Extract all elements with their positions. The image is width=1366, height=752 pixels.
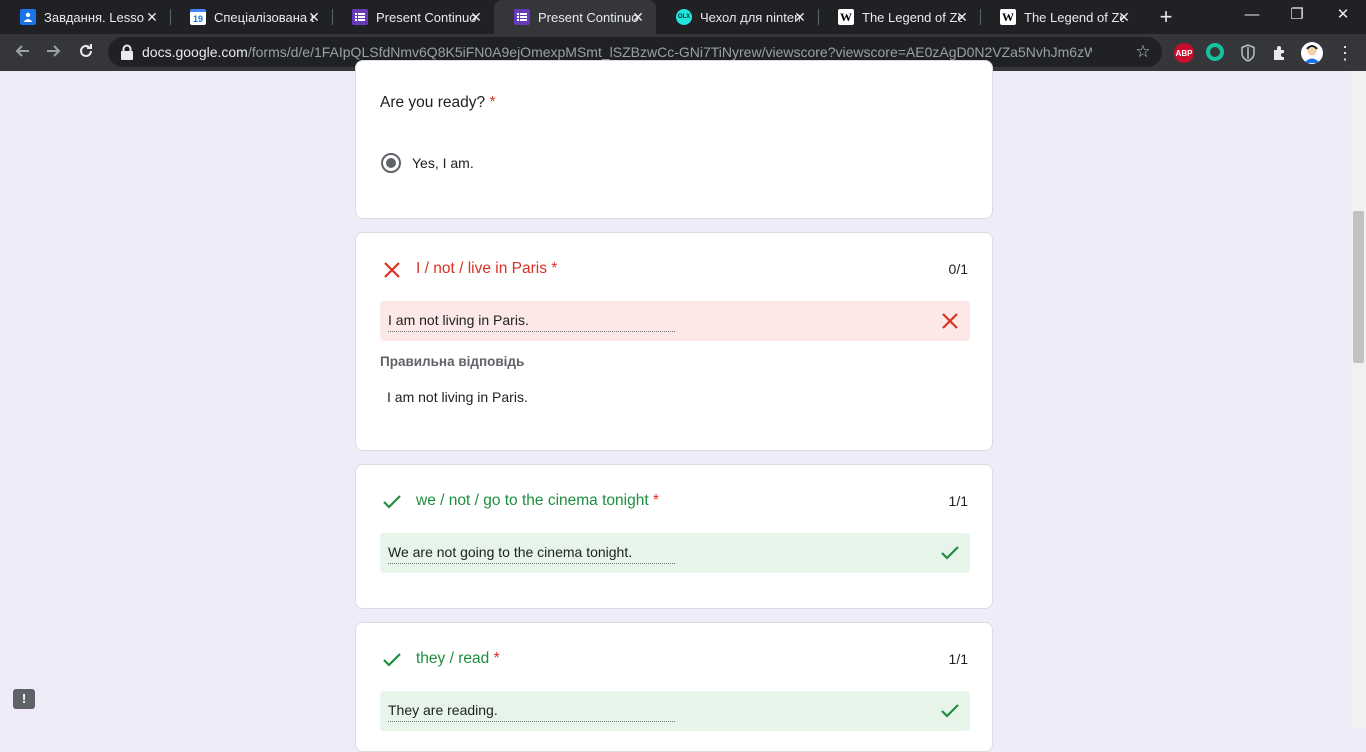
tab-forms-2-active[interactable]: Present Continuo ✕ [494,0,656,34]
restore-button[interactable]: ❐ [1274,0,1320,30]
tab-title: Завдання. Lesson [44,9,144,25]
question-score: 1/1 [948,493,968,509]
tab-title: Спеціалізована ш [214,9,314,25]
tab-calendar[interactable]: 19 Спеціалізована ш ✕ [170,0,332,34]
question-title: Are you ready? * [380,94,495,112]
lock-icon[interactable] [120,44,134,60]
minimize-button[interactable]: — [1229,0,1275,30]
tab-classroom[interactable]: Завдання. Lesson ✕ [0,0,170,34]
calendar-icon: 19 [190,9,206,25]
question-score: 0/1 [948,261,968,277]
question-card-q3: they / read * 1/1 They are reading. [355,622,993,752]
question-title: I / not / live in Paris * [416,260,557,278]
close-icon[interactable]: ✕ [954,9,970,25]
required-asterisk: * [652,492,660,509]
answer-underline [388,721,675,722]
close-icon[interactable]: ✕ [468,9,484,25]
bookmark-star-icon[interactable]: ☆ [1132,41,1154,63]
wrong-cross-icon [942,313,958,329]
question-title-text: I / not / live in Paris [416,260,547,277]
wrong-cross-icon [384,262,400,278]
feedback-icon[interactable]: ! [13,689,35,709]
question-title: they / read * [416,650,500,668]
correct-answer-text: I am not living in Paris. [387,389,528,405]
profile-avatar[interactable] [1301,42,1323,64]
answer-box-correct: They are reading. [380,691,970,731]
reload-icon [80,44,92,57]
olx-icon: OLX [676,9,692,25]
user-answer: I am not living in Paris. [388,312,529,328]
tab-title: The Legend of Zel [862,9,962,25]
correct-check-icon [383,495,401,509]
correct-check-icon [941,704,959,718]
close-icon[interactable]: ✕ [144,9,160,25]
shield-icon[interactable] [1238,43,1258,63]
question-title-text: Are you ready? [380,94,486,111]
reload-button[interactable] [72,39,100,67]
radio-selected-icon[interactable] [380,152,402,174]
required-asterisk: * [551,260,558,277]
tab-wikipedia-2[interactable]: W The Legend of Zel ✕ [980,0,1142,34]
tab-strip: Завдання. Lesson ✕ 19 Спеціалізована ш ✕… [0,0,1366,34]
close-window-button[interactable]: ✕ [1320,0,1366,30]
adblock-icon[interactable]: ABP [1174,43,1194,63]
tab-wikipedia-1[interactable]: W The Legend of Zel ✕ [818,0,980,34]
tab-title: Present Continuo [376,9,476,25]
answer-box-wrong: I am not living in Paris. [380,301,970,341]
close-icon[interactable]: ✕ [792,9,808,25]
radio-option-label: Yes, I am. [412,155,474,171]
question-title: we / not / go to the cinema tonight * [416,492,659,510]
question-score: 1/1 [948,651,968,667]
page-scrollbar[interactable] [1351,71,1366,728]
forms-icon [352,9,368,25]
correct-answer-label: Правильна відповідь [380,354,525,369]
url-path: /forms/d/e/1FAIpQLSfdNmv6Q8K5iFN0A9ejOme… [247,44,1092,60]
question-card-ready: Are you ready? * Yes, I am. [355,60,993,219]
correct-check-icon [941,546,959,560]
forms-icon [514,9,530,25]
close-icon[interactable]: ✕ [1116,9,1132,25]
arrow-right-icon [47,45,61,57]
arrow-left-icon [15,45,29,57]
tab-forms-1[interactable]: Present Continuo ✕ [332,0,494,34]
scrollbar-thumb[interactable] [1353,211,1364,363]
tab-title: Present Continuo [538,9,638,25]
user-answer: They are reading. [388,702,498,718]
answer-underline [388,331,675,332]
required-asterisk: * [489,94,496,111]
new-tab-button[interactable]: + [1155,4,1177,30]
wikipedia-icon: W [1000,9,1016,25]
close-icon[interactable]: ✕ [630,9,646,25]
correct-check-icon [383,653,401,667]
grammarly-icon[interactable] [1206,43,1224,61]
tab-olx[interactable]: OLX Чехол для ninten ✕ [656,0,818,34]
question-card-q1: I / not / live in Paris * 0/1 I am not l… [355,232,993,451]
tab-title: The Legend of Zel [1024,9,1124,25]
forward-button[interactable] [40,39,68,67]
answer-box-correct: We are not going to the cinema tonight. [380,533,970,573]
answer-underline [388,563,675,564]
menu-kebab-icon[interactable]: ⋮ [1331,39,1359,67]
tab-title: Чехол для ninten [700,9,800,25]
extensions-puzzle-icon[interactable] [1270,43,1290,63]
wikipedia-icon: W [838,9,854,25]
close-icon[interactable]: ✕ [306,9,322,25]
question-title-text: we / not / go to the cinema tonight [416,492,649,509]
question-card-q2: we / not / go to the cinema tonight * 1/… [355,464,993,609]
required-asterisk: * [493,650,500,667]
question-title-text: they / read [416,650,490,667]
user-answer: We are not going to the cinema tonight. [388,544,633,560]
url-host: docs.google.com [142,44,248,60]
back-button[interactable] [8,39,36,67]
classroom-icon [20,9,36,25]
